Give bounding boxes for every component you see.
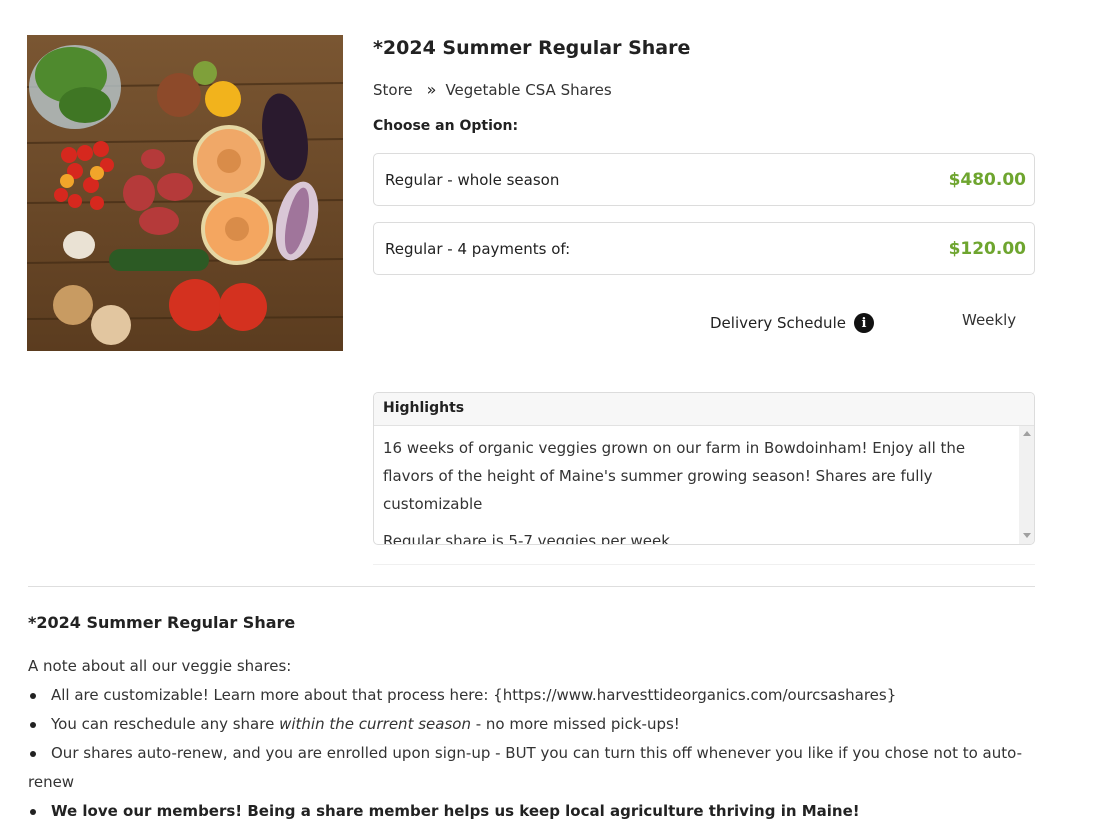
delivery-schedule-value: Weekly (962, 311, 1017, 329)
delivery-schedule-label: Delivery Schedule i (710, 313, 874, 333)
highlights-body: 16 weeks of organic veggies grown on our… (374, 426, 1034, 545)
option-label: Regular - 4 payments of: (385, 239, 571, 258)
description-title: *2024 Summer Regular Share (28, 613, 296, 632)
option-price: $120.00 (948, 238, 1026, 259)
info-icon[interactable]: i (853, 313, 874, 333)
divider (373, 564, 1035, 565)
breadcrumb-store[interactable]: Store (373, 81, 413, 99)
description: A note about all our veggie shares: All … (28, 652, 1038, 826)
highlights-paragraph: 16 weeks of organic veggies grown on our… (383, 439, 966, 513)
highlights-paragraph: Regular share is 5-7 veggies per week (383, 532, 670, 545)
bullet-text: Our shares auto-renew, and you are enrol… (28, 744, 1023, 791)
breadcrumb: Store » Vegetable CSA Shares (373, 80, 612, 99)
list-item: We love our members! Being a share membe… (28, 797, 1038, 826)
option-price: $480.00 (948, 169, 1026, 190)
highlights-scrollbar[interactable] (1019, 426, 1034, 544)
bullet-text: We love our members! Being a share membe… (51, 802, 860, 820)
option-four-payments[interactable]: Regular - 4 payments of: $120.00 (373, 222, 1035, 275)
delivery-schedule-text: Delivery Schedule (710, 314, 846, 332)
choose-option-heading: Choose an Option: (373, 118, 519, 134)
list-item: You can reschedule any share within the … (28, 710, 1038, 739)
option-label: Regular - whole season (385, 170, 560, 189)
option-whole-season[interactable]: Regular - whole season $480.00 (373, 153, 1035, 206)
description-intro: A note about all our veggie shares: (28, 657, 292, 675)
bullet-emphasis: within the current season (279, 715, 471, 733)
breadcrumb-separator-icon: » (426, 80, 437, 99)
highlights-panel: Highlights 16 weeks of organic veggies g… (373, 392, 1035, 545)
description-bullets: All are customizable! Learn more about t… (28, 681, 1038, 826)
section-divider (28, 586, 1035, 587)
breadcrumb-vegetable-csa-shares[interactable]: Vegetable CSA Shares (445, 81, 611, 99)
bullet-text: You can reschedule any share (51, 715, 280, 733)
list-item: Our shares auto-renew, and you are enrol… (28, 739, 1038, 797)
product-image (27, 35, 343, 351)
highlights-heading: Highlights (374, 393, 1034, 426)
scroll-down-arrow-icon[interactable] (1023, 533, 1031, 538)
bullet-text: - no more missed pick-ups! (470, 715, 680, 733)
product-title: *2024 Summer Regular Share (373, 37, 691, 59)
bullet-text: All are customizable! Learn more about t… (51, 686, 897, 704)
list-item: All are customizable! Learn more about t… (28, 681, 1038, 710)
scroll-up-arrow-icon[interactable] (1023, 431, 1031, 436)
